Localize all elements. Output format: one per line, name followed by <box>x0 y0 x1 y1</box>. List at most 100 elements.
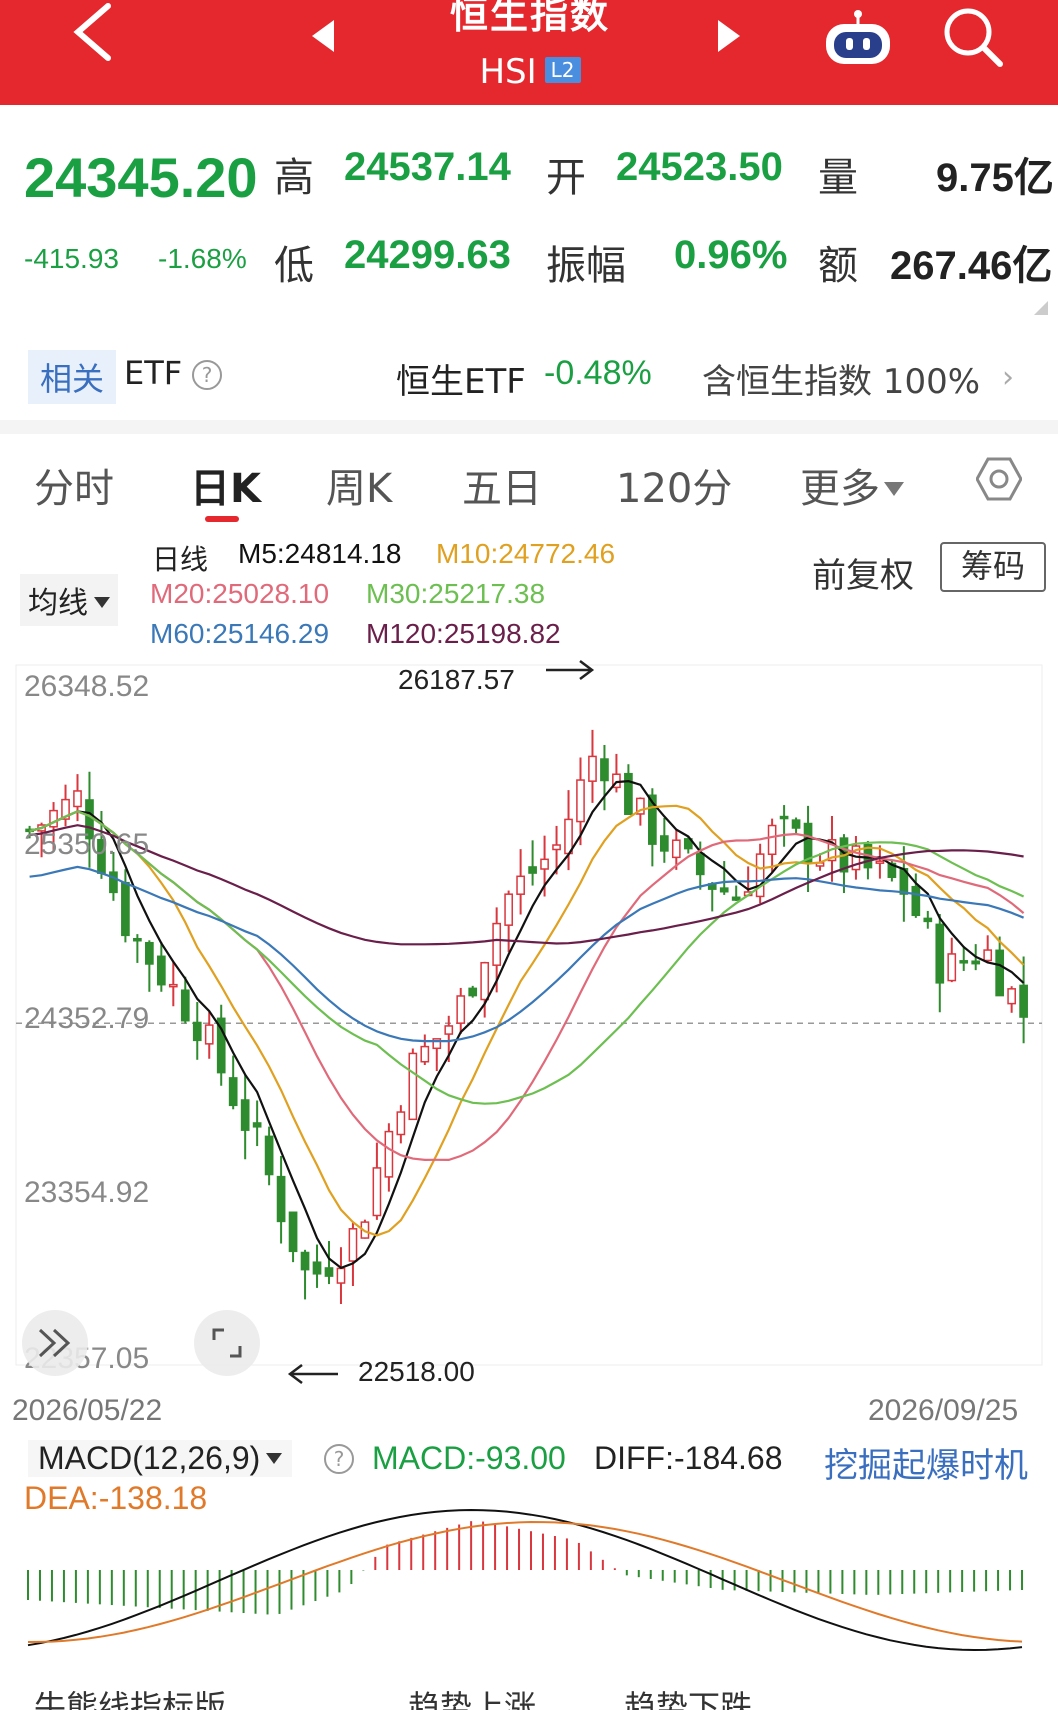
candle-body <box>288 1211 298 1253</box>
volume-label: 量 <box>818 155 858 201</box>
amplitude-label: 振幅 <box>546 243 626 289</box>
index-title: 恒生指数 <box>449 0 610 37</box>
related-etf-row[interactable]: 相关 ETF ? 恒生ETF -0.48% 含恒生指数 100% › <box>0 340 1058 410</box>
tab-more-label: 更多 <box>800 466 880 512</box>
candle-body <box>456 995 466 1024</box>
candle-body <box>240 1099 250 1131</box>
candle <box>1007 986 1016 1013</box>
adjustment-toggle[interactable]: 前复权 <box>812 548 914 597</box>
candle <box>899 846 909 922</box>
previous-index-icon[interactable] <box>312 20 334 52</box>
fullscreen-button[interactable] <box>194 1310 260 1376</box>
candle <box>468 985 478 998</box>
candle-body <box>492 922 502 966</box>
section-divider <box>0 420 1058 434</box>
candle-body <box>372 1167 382 1217</box>
ma-selector[interactable]: 均线 <box>20 574 118 626</box>
robot-assistant-icon[interactable] <box>820 8 896 68</box>
candle-body <box>540 858 549 870</box>
candle <box>791 817 801 835</box>
candle-body <box>1019 984 1028 1018</box>
candle-body <box>516 875 525 895</box>
candle <box>755 843 765 904</box>
macd-value: MACD:-93.00 <box>372 1440 566 1476</box>
tab-more[interactable]: 更多 <box>800 456 904 514</box>
back-icon[interactable] <box>70 0 120 70</box>
candle-body <box>480 961 490 1001</box>
open-value: 24523.50 <box>616 145 783 189</box>
dea-line <box>27 1520 1023 1643</box>
related-tag: 相关 <box>28 350 117 404</box>
double-chevron-right-icon <box>38 1328 71 1358</box>
volume-value: 9.75亿 <box>936 156 1054 200</box>
etf-name: 恒生ETF <box>396 362 526 402</box>
candle <box>372 1142 382 1220</box>
high-value: 24537.14 <box>344 145 511 189</box>
high-label: 高 <box>274 155 314 201</box>
ma60-line <box>29 865 1025 1043</box>
candle-body <box>719 887 729 893</box>
kline-svg[interactable] <box>0 655 1058 1375</box>
amplitude-value: 0.96% <box>674 233 788 277</box>
macd-help-icon[interactable]: ? <box>324 1444 354 1474</box>
candle-body <box>588 755 597 782</box>
macd-chart[interactable] <box>0 1500 1058 1680</box>
kline-chart[interactable] <box>0 655 1058 1379</box>
candle <box>145 940 154 992</box>
candle <box>624 764 633 815</box>
y-tick-label: 25350.65 <box>24 828 150 861</box>
ma-daily-label: 日线 <box>152 544 209 575</box>
candle <box>408 1048 418 1121</box>
discover-breakout-link[interactable]: 挖掘起爆时机 <box>824 1438 1028 1487</box>
chips-button[interactable]: 筹码 <box>940 542 1046 592</box>
settings-icon[interactable] <box>976 456 1022 502</box>
etf-help-icon[interactable]: ? <box>192 360 222 390</box>
macd-selector[interactable]: MACD(12,26,9) <box>28 1440 293 1477</box>
candle-body <box>875 860 885 864</box>
arrow-right-icon <box>546 660 595 680</box>
x-end-date: 2026/09/25 <box>868 1394 1019 1427</box>
candle-body <box>755 853 765 898</box>
tab-intraday[interactable]: 分时 <box>34 456 114 514</box>
candle-body <box>444 1025 454 1035</box>
candle-body <box>959 960 969 964</box>
candle <box>384 1123 394 1192</box>
candle-body <box>983 949 993 962</box>
candle <box>659 817 669 863</box>
amount-value: 267.46亿 <box>890 244 1053 288</box>
tab-weekly-k[interactable]: 周K <box>326 456 392 514</box>
arrow-left-icon <box>287 1364 338 1384</box>
candle <box>432 1038 442 1072</box>
active-tab-indicator <box>205 516 239 522</box>
trend-up-legend: 趋势上涨 <box>408 1688 537 1710</box>
tab-five-day[interactable]: 五日 <box>462 456 542 514</box>
candle-body <box>180 989 190 1022</box>
candle <box>300 1249 310 1300</box>
etf-holding: 含恒生指数 100% <box>702 362 981 402</box>
expand-sidebar-button[interactable] <box>22 1310 88 1376</box>
ma10-line <box>29 804 1025 1237</box>
candle-body <box>121 881 130 937</box>
chevron-right-icon[interactable]: › <box>1002 360 1014 395</box>
next-index-icon[interactable] <box>718 20 740 52</box>
diff-line <box>27 1508 1023 1652</box>
candle <box>348 1221 358 1286</box>
candle-body <box>624 772 633 815</box>
top-bar: 恒生指数 HSI L2 <box>0 0 1058 105</box>
index-code: HSI L2 <box>380 52 680 92</box>
candle <box>935 913 945 1013</box>
ma5-line <box>29 779 1025 1270</box>
candle <box>121 869 130 943</box>
tab-120-min[interactable]: 120分 <box>616 456 732 514</box>
candle <box>252 1100 262 1147</box>
y-tick-label: 23354.92 <box>24 1176 150 1209</box>
candle <box>420 1034 430 1066</box>
candle <box>228 1055 238 1110</box>
search-icon[interactable] <box>940 4 1006 70</box>
diff-value: DIFF:-184.68 <box>594 1440 783 1476</box>
expand-corner-icon[interactable] <box>1034 301 1048 315</box>
candle <box>983 935 993 964</box>
tab-daily-k[interactable]: 日K <box>190 456 261 514</box>
indicator-name[interactable]: 牛熊线指标版 <box>34 1682 226 1710</box>
candle-body <box>168 983 178 988</box>
